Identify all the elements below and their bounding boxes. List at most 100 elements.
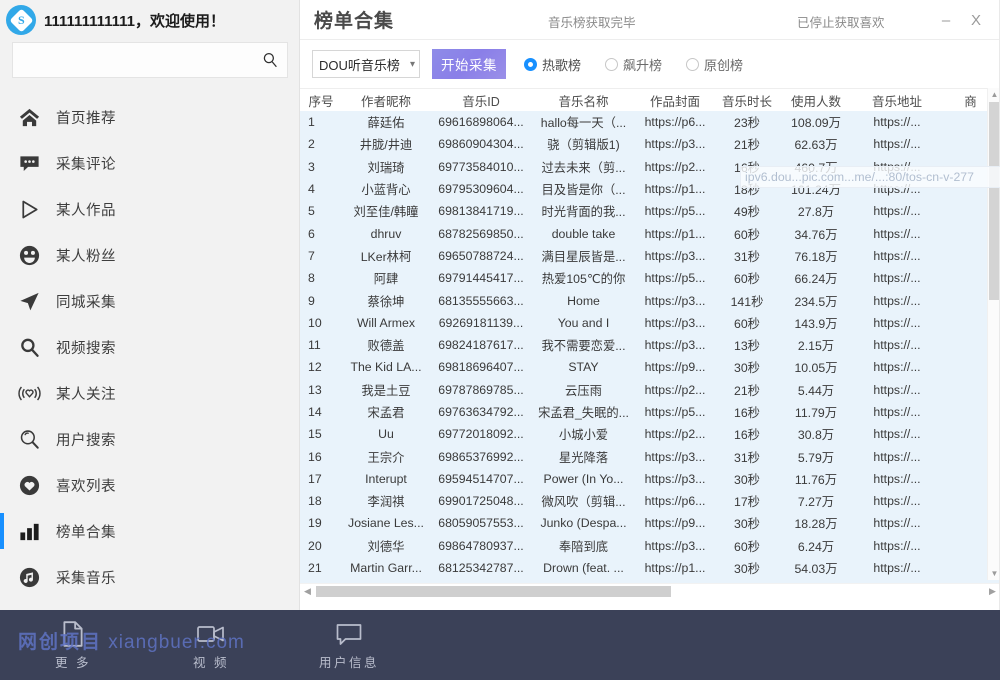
table-cell: 21秒 xyxy=(715,379,779,401)
chevron-down-icon: ▾ xyxy=(410,59,415,70)
search-button[interactable] xyxy=(253,43,287,77)
table-row[interactable]: 11败德盖69824187617...我不需要恋爱...https://p3..… xyxy=(300,334,1000,356)
table-cell-index: 11 xyxy=(300,334,342,356)
search-box[interactable] xyxy=(12,42,288,78)
table-cell: https://p6... xyxy=(635,490,715,512)
table-column-header[interactable]: 序号 xyxy=(300,89,342,111)
table-row[interactable]: 9蔡徐坤68135555663...Homehttps://p3...141秒2… xyxy=(300,289,1000,311)
table-row[interactable]: 17Interupt69594514707...Power (In Yo...h… xyxy=(300,468,1000,490)
close-button[interactable]: X xyxy=(964,8,988,32)
table-cell: 69650788724... xyxy=(430,245,532,267)
table-row[interactable]: 16王宗介69865376992...星光降落https://p3...31秒5… xyxy=(300,445,1000,467)
table-row[interactable]: 14宋孟君69763634792...宋孟君_失眠的...https://p5.… xyxy=(300,401,1000,423)
radio-dot-icon xyxy=(605,58,618,71)
radio-original[interactable]: 原创榜 xyxy=(686,55,743,74)
document-icon xyxy=(60,619,86,649)
table-cell: 30秒 xyxy=(715,557,779,579)
radio-hot-songs[interactable]: 热歌榜 xyxy=(524,55,581,74)
minimize-button[interactable]: – xyxy=(934,8,958,32)
board-select[interactable]: DOU听音乐榜 ▾ xyxy=(312,50,420,78)
scroll-right-icon[interactable]: ▶ xyxy=(985,584,1000,598)
scroll-left-icon[interactable]: ◀ xyxy=(300,584,315,598)
table-row[interactable]: 15Uu69772018092...小城小爱https://p2...16秒30… xyxy=(300,423,1000,445)
table-row[interactable]: 7LKer林柯69650788724...满目星辰皆是...https://p3… xyxy=(300,245,1000,267)
table-row[interactable]: 13我是土豆69787869785...云压雨https://p2...21秒5… xyxy=(300,379,1000,401)
table-row[interactable]: 4小蓝背心69795309604...目及皆是你（...https://p1..… xyxy=(300,178,1000,200)
table-cell: https://p3... xyxy=(635,245,715,267)
bottom-item-more[interactable]: 更 多 xyxy=(30,619,116,671)
table-cell: 60秒 xyxy=(715,222,779,244)
table-column-header[interactable]: 使用人数 xyxy=(779,89,853,111)
table-cell: 101.24万 xyxy=(779,178,853,200)
bottom-item-video[interactable]: 视 频 xyxy=(168,619,254,671)
table-column-header[interactable]: 音乐时长 xyxy=(715,89,779,111)
horizontal-scrollbar[interactable]: ◀ ▶ xyxy=(300,583,1000,598)
table-cell: https://... xyxy=(853,267,941,289)
sidebar-item-user-works[interactable]: 某人作品 xyxy=(0,186,300,232)
table-cell: https://... xyxy=(853,334,941,356)
welcome-text: 111111111111，欢迎使用！ xyxy=(44,10,225,31)
radio-rising[interactable]: 飙升榜 xyxy=(605,55,662,74)
table-cell: 11.76万 xyxy=(779,468,853,490)
table-row[interactable]: 2井胧/井迪69860904304...骁（剪辑版1)https://p3...… xyxy=(300,133,1000,155)
table-cell: 5.79万 xyxy=(779,445,853,467)
status-text-right: 已停止获取喜欢 xyxy=(797,12,885,31)
sidebar-item-label: 采集音乐 xyxy=(56,567,116,588)
table-cell: https://p5... xyxy=(635,401,715,423)
sidebar-item-collect-comments[interactable]: 采集评论 xyxy=(0,140,300,186)
table-cell: 31秒 xyxy=(715,245,779,267)
table-cell: 我是土豆 xyxy=(342,379,430,401)
broadcast-heart-icon xyxy=(14,378,44,408)
table-cell: 69818696407... xyxy=(430,356,532,378)
sidebar-item-city-collect[interactable]: 同城采集 xyxy=(0,278,300,324)
board-type-radio-group: 热歌榜 飙升榜 原创榜 xyxy=(524,55,743,74)
table-column-header[interactable]: 音乐ID xyxy=(430,89,532,111)
comment-icon xyxy=(14,148,44,178)
table-cell: 54.03万 xyxy=(779,557,853,579)
sidebar-item-video-search[interactable]: 视频搜索 xyxy=(0,324,300,370)
table-cell-index: 6 xyxy=(300,222,342,244)
table-row[interactable]: 12The Kid LA...69818696407...STAYhttps:/… xyxy=(300,356,1000,378)
bottom-item-user-info[interactable]: 用户信息 xyxy=(306,619,392,671)
table-row[interactable]: 5刘至佳/韩瞳69813841719...时光背面的我...https://p5… xyxy=(300,200,1000,222)
table-cell-index: 2 xyxy=(300,133,342,155)
sidebar-item-label: 喜欢列表 xyxy=(56,475,116,496)
table-column-header[interactable]: 音乐名称 xyxy=(532,89,635,111)
table-cell: 我不需要恋爱... xyxy=(532,334,635,356)
table-cell-index: 15 xyxy=(300,423,342,445)
start-collect-button[interactable]: 开始采集 xyxy=(432,49,506,79)
table-row[interactable]: 1薛廷佑69616898064...hallo每一天（...https://p6… xyxy=(300,111,1000,133)
radio-label: 飙升榜 xyxy=(623,55,662,74)
table-row[interactable]: 3刘瑞琦69773584010...过去未来（剪...https://p2...… xyxy=(300,156,1000,178)
table-row[interactable]: 20刘德华69864780937...奉陪到底https://p3...60秒6… xyxy=(300,535,1000,557)
table-row[interactable]: 10Will Armex69269181139...You and Ihttps… xyxy=(300,312,1000,334)
table-column-header[interactable]: 作者昵称 xyxy=(342,89,430,111)
table-cell: 60秒 xyxy=(715,535,779,557)
sidebar-item-ranking-collection[interactable]: 榜单合集 xyxy=(0,508,300,554)
table-column-header[interactable]: 音乐地址 xyxy=(853,89,941,111)
table-row[interactable]: 6dhruv68782569850...double takehttps://p… xyxy=(300,222,1000,244)
table-column-header[interactable]: 作品封面 xyxy=(635,89,715,111)
table-cell: Interupt xyxy=(342,468,430,490)
sidebar-item-label: 榜单合集 xyxy=(56,521,116,542)
minimize-icon: – xyxy=(942,12,950,29)
user-search-icon xyxy=(14,424,44,454)
table-row[interactable]: 21Martin Garr...68125342787...Drown (fea… xyxy=(300,557,1000,579)
horizontal-scroll-thumb[interactable] xyxy=(316,586,671,597)
sidebar-item-user-following[interactable]: 某人关注 xyxy=(0,370,300,416)
sidebar-item-user-search[interactable]: 用户搜索 xyxy=(0,416,300,462)
search-input[interactable] xyxy=(13,43,253,77)
table-cell: 69772018092... xyxy=(430,423,532,445)
sidebar-item-collect-music[interactable]: 采集音乐 xyxy=(0,554,300,600)
table-cell: 时光背面的我... xyxy=(532,200,635,222)
table-cell: 143.9万 xyxy=(779,312,853,334)
sidebar-item-user-fans[interactable]: 某人粉丝 xyxy=(0,232,300,278)
table-row[interactable]: 19Josiane Les...68059057553...Junko (Des… xyxy=(300,512,1000,534)
sidebar: S 111111111111，欢迎使用！ 首页推荐 xyxy=(0,0,300,610)
sidebar-item-home-recommend[interactable]: 首页推荐 xyxy=(0,94,300,140)
music-table-container: 序号作者昵称音乐ID音乐名称作品封面音乐时长使用人数音乐地址商 1薛廷佑6961… xyxy=(300,88,1000,598)
table-row[interactable]: 8阿肆69791445417...热爱105℃的你https://p5...60… xyxy=(300,267,1000,289)
table-cell: 宋孟君 xyxy=(342,401,430,423)
table-row[interactable]: 18李润祺69901725048...微风吹（剪辑...https://p6..… xyxy=(300,490,1000,512)
sidebar-item-likes-list[interactable]: 喜欢列表 xyxy=(0,462,300,508)
